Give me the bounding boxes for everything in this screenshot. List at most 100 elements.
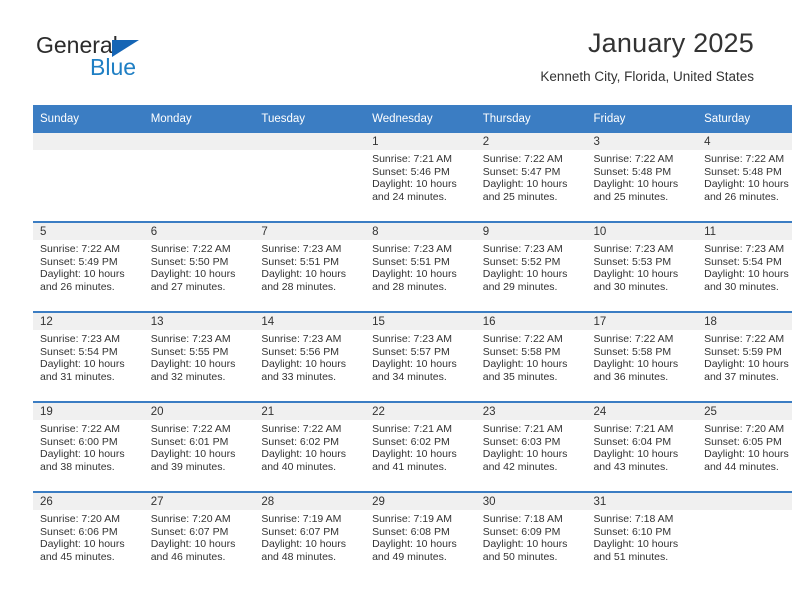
day-cell-inner: 21 Sunrise: 7:22 AM Sunset: 6:02 PM Dayligh… xyxy=(254,403,366,491)
sunrise-text: Sunrise: 7:22 AM xyxy=(482,333,563,345)
calendar-day-cell[interactable]: 13 Sunrise: 7:23 AM Sunset: 5:55 PM Dayligh… xyxy=(143,311,255,402)
day-cell-details: Sunrise: 7:23 AM Sunset: 5:52 PM Daylight:… xyxy=(476,240,587,293)
daylight-text: Daylight: 10 hours and 43 minutes. xyxy=(593,448,679,473)
calendar-day-cell[interactable]: 25 Sunrise: 7:20 AM Sunset: 6:05 PM Dayligh… xyxy=(697,401,792,492)
daylight-text: Daylight: 10 hours and 46 minutes. xyxy=(150,538,236,563)
brand-logo[interactable]: General Blue xyxy=(36,34,236,82)
daylight-text: Daylight: 10 hours and 27 minutes. xyxy=(150,268,236,293)
day-cell-inner: 15 Sunrise: 7:23 AM Sunset: 5:57 PM Dayligh… xyxy=(365,313,476,401)
sunrise-text: Sunrise: 7:18 AM xyxy=(482,513,563,525)
brand-name-blue: Blue xyxy=(90,54,137,80)
calendar-day-cell[interactable]: 30 Sunrise: 7:18 AM Sunset: 6:09 PM Dayligh… xyxy=(475,491,587,581)
day-number xyxy=(33,133,144,150)
daylight-text: Daylight: 10 hours and 30 minutes. xyxy=(593,268,679,293)
day-number: 3 xyxy=(586,133,698,150)
calendar-day-cell[interactable]: 4 Sunrise: 7:22 AM Sunset: 5:48 PM Daylight… xyxy=(697,133,792,222)
day-number: 14 xyxy=(254,313,366,330)
daylight-text: Daylight: 10 hours and 25 minutes. xyxy=(482,178,568,203)
day-cell-details xyxy=(144,150,255,153)
calendar-day-cell[interactable]: 23 Sunrise: 7:21 AM Sunset: 6:03 PM Dayligh… xyxy=(475,401,587,492)
day-number: 22 xyxy=(365,403,476,420)
sunrise-text: Sunrise: 7:22 AM xyxy=(150,423,231,435)
day-number: 4 xyxy=(697,133,792,150)
sunset-text: Sunset: 6:07 PM xyxy=(150,525,229,538)
calendar-day-cell[interactable]: 24 Sunrise: 7:21 AM Sunset: 6:04 PM Dayligh… xyxy=(586,401,698,492)
calendar-day-cell[interactable]: 9 Sunrise: 7:23 AM Sunset: 5:52 PM Daylight… xyxy=(475,221,587,312)
calendar-day-cell[interactable]: 12 Sunrise: 7:23 AM Sunset: 5:54 PM Dayligh… xyxy=(33,311,144,402)
day-cell-details: Sunrise: 7:22 AM Sunset: 5:58 PM Daylight:… xyxy=(586,330,697,383)
day-cell-details: Sunrise: 7:22 AM Sunset: 5:59 PM Daylight:… xyxy=(697,330,792,383)
calendar-day-cell[interactable]: 29 Sunrise: 7:19 AM Sunset: 6:08 PM Dayligh… xyxy=(365,491,476,581)
sunset-text: Sunset: 5:46 PM xyxy=(372,165,450,178)
sunset-text: Sunset: 6:06 PM xyxy=(40,525,118,538)
day-cell-inner: 24 Sunrise: 7:21 AM Sunset: 6:04 PM Dayligh… xyxy=(586,403,698,491)
daylight-text: Daylight: 10 hours and 34 minutes. xyxy=(372,358,457,383)
calendar-day-cell[interactable]: 16 Sunrise: 7:22 AM Sunset: 5:58 PM Dayligh… xyxy=(475,311,587,402)
day-cell-details xyxy=(33,150,144,153)
calendar-day-cell[interactable]: 20 Sunrise: 7:22 AM Sunset: 6:01 PM Dayligh… xyxy=(143,401,255,492)
title-block: January 2025 Kenneth City, Florida, Unit… xyxy=(540,28,754,85)
calendar-day-cell[interactable]: 3 Sunrise: 7:22 AM Sunset: 5:48 PM Daylight… xyxy=(586,133,698,222)
day-number: 21 xyxy=(254,403,366,420)
daylight-text: Daylight: 10 hours and 39 minutes. xyxy=(150,448,236,473)
sunrise-text: Sunrise: 7:23 AM xyxy=(593,243,674,255)
calendar-day-cell[interactable]: 18 Sunrise: 7:22 AM Sunset: 5:59 PM Dayligh… xyxy=(697,311,792,402)
weekday-header-friday: Friday xyxy=(586,105,698,133)
calendar-day-cell[interactable]: 5 Sunrise: 7:22 AM Sunset: 5:49 PM Daylight… xyxy=(33,221,144,312)
daylight-text: Daylight: 10 hours and 38 minutes. xyxy=(40,448,125,473)
calendar-day-cell[interactable]: 21 Sunrise: 7:22 AM Sunset: 6:02 PM Dayligh… xyxy=(254,401,366,492)
calendar-day-cell[interactable]: 11 Sunrise: 7:23 AM Sunset: 5:54 PM Dayligh… xyxy=(697,221,792,312)
calendar-day-cell[interactable]: 8 Sunrise: 7:23 AM Sunset: 5:51 PM Daylight… xyxy=(365,221,476,312)
day-cell-details: Sunrise: 7:23 AM Sunset: 5:57 PM Daylight:… xyxy=(365,330,476,383)
sunset-text: Sunset: 6:03 PM xyxy=(482,435,561,448)
day-cell-details: Sunrise: 7:23 AM Sunset: 5:53 PM Daylight:… xyxy=(586,240,697,293)
daylight-text: Daylight: 10 hours and 49 minutes. xyxy=(372,538,457,563)
calendar-day-cell[interactable]: 22 Sunrise: 7:21 AM Sunset: 6:02 PM Dayligh… xyxy=(365,401,476,492)
day-cell-details: Sunrise: 7:18 AM Sunset: 6:09 PM Daylight:… xyxy=(476,510,587,563)
day-number: 8 xyxy=(365,223,476,240)
calendar-day-cell[interactable]: 10 Sunrise: 7:23 AM Sunset: 5:53 PM Dayligh… xyxy=(586,221,698,312)
day-number: 30 xyxy=(475,493,587,510)
calendar-week-row: 12 Sunrise: 7:23 AM Sunset: 5:54 PM Dayligh… xyxy=(33,311,792,402)
calendar-day-cell[interactable]: 17 Sunrise: 7:22 AM Sunset: 5:58 PM Dayligh… xyxy=(586,311,698,402)
day-cell-inner: 9 Sunrise: 7:23 AM Sunset: 5:52 PM Daylight… xyxy=(475,223,587,311)
day-number: 9 xyxy=(475,223,587,240)
day-number: 26 xyxy=(33,493,144,510)
day-cell-inner xyxy=(697,493,792,581)
calendar-day-cell[interactable]: 27 Sunrise: 7:20 AM Sunset: 6:07 PM Dayligh… xyxy=(143,491,255,581)
calendar-day-cell[interactable]: 15 Sunrise: 7:23 AM Sunset: 5:57 PM Dayligh… xyxy=(365,311,476,402)
sunrise-text: Sunrise: 7:23 AM xyxy=(482,243,563,255)
sunset-text: Sunset: 6:00 PM xyxy=(40,435,118,448)
day-cell-details: Sunrise: 7:19 AM Sunset: 6:07 PM Daylight:… xyxy=(254,510,365,563)
calendar-day-cell[interactable]: 2 Sunrise: 7:22 AM Sunset: 5:47 PM Daylight… xyxy=(475,133,587,222)
day-number: 20 xyxy=(143,403,255,420)
day-cell-inner: 4 Sunrise: 7:22 AM Sunset: 5:48 PM Daylight… xyxy=(697,133,792,221)
sunset-text: Sunset: 5:56 PM xyxy=(261,345,340,358)
sunset-text: Sunset: 6:07 PM xyxy=(261,525,340,538)
calendar-day-cell[interactable]: 14 Sunrise: 7:23 AM Sunset: 5:56 PM Dayligh… xyxy=(254,311,366,402)
day-cell-inner: 17 Sunrise: 7:22 AM Sunset: 5:58 PM Dayligh… xyxy=(586,313,698,401)
day-number xyxy=(697,493,792,510)
day-cell-details xyxy=(254,150,365,153)
calendar-day-cell[interactable]: 31 Sunrise: 7:18 AM Sunset: 6:10 PM Dayligh… xyxy=(586,491,698,581)
day-cell-details: Sunrise: 7:22 AM Sunset: 6:01 PM Daylight:… xyxy=(144,420,255,473)
day-cell-inner: 12 Sunrise: 7:23 AM Sunset: 5:54 PM Dayligh… xyxy=(33,313,144,401)
day-cell-inner: 2 Sunrise: 7:22 AM Sunset: 5:47 PM Daylight… xyxy=(475,133,587,221)
daylight-text: Daylight: 10 hours and 25 minutes. xyxy=(593,178,679,203)
calendar-day-cell[interactable]: 26 Sunrise: 7:20 AM Sunset: 6:06 PM Dayligh… xyxy=(33,491,144,581)
calendar-day-cell[interactable]: 19 Sunrise: 7:22 AM Sunset: 6:00 PM Dayligh… xyxy=(33,401,144,492)
calendar-week-row: 5 Sunrise: 7:22 AM Sunset: 5:49 PM Daylight… xyxy=(33,221,792,312)
sunset-text: Sunset: 6:08 PM xyxy=(372,525,450,538)
day-number: 31 xyxy=(586,493,698,510)
calendar-week-row: 26 Sunrise: 7:20 AM Sunset: 6:06 PM Dayligh… xyxy=(33,491,792,581)
sunrise-text: Sunrise: 7:23 AM xyxy=(372,333,453,345)
calendar-day-cell[interactable]: 28 Sunrise: 7:19 AM Sunset: 6:07 PM Dayligh… xyxy=(254,491,366,581)
sunset-text: Sunset: 6:05 PM xyxy=(704,435,782,448)
calendar-day-cell[interactable]: 1 Sunrise: 7:21 AM Sunset: 5:46 PM Daylight… xyxy=(365,133,476,222)
daylight-text: Daylight: 10 hours and 37 minutes. xyxy=(704,358,789,383)
day-cell-details: Sunrise: 7:20 AM Sunset: 6:06 PM Daylight:… xyxy=(33,510,144,563)
day-cell-details: Sunrise: 7:21 AM Sunset: 6:02 PM Daylight:… xyxy=(365,420,476,473)
calendar-day-cell[interactable]: 7 Sunrise: 7:23 AM Sunset: 5:51 PM Daylight… xyxy=(254,221,366,312)
calendar-day-cell[interactable]: 6 Sunrise: 7:22 AM Sunset: 5:50 PM Daylight… xyxy=(143,221,255,312)
day-cell-inner: 25 Sunrise: 7:20 AM Sunset: 6:05 PM Dayligh… xyxy=(697,403,792,491)
